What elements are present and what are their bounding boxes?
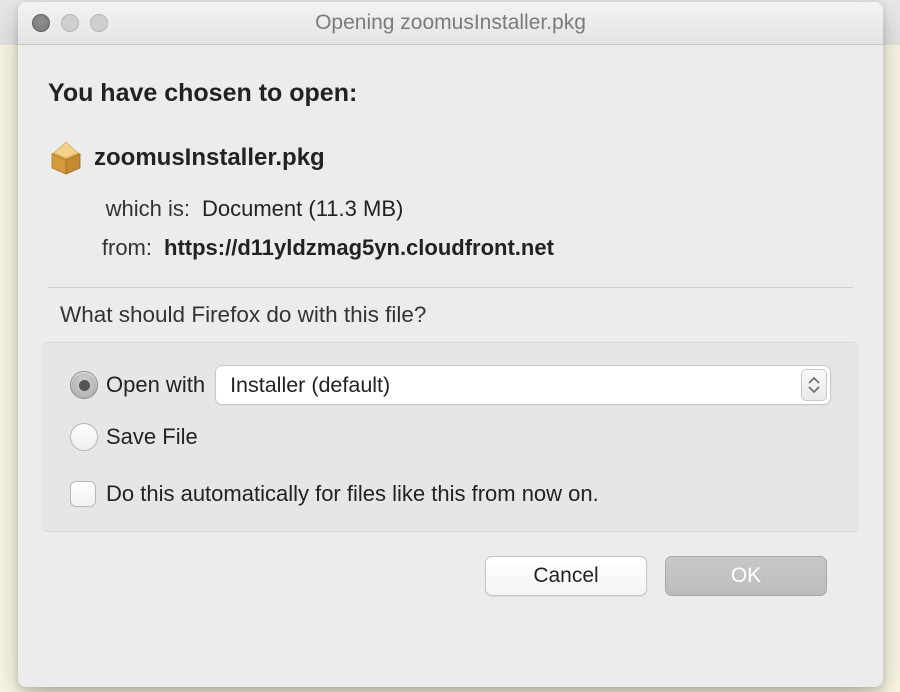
chosen-heading: You have chosen to open: xyxy=(48,79,853,108)
minimize-window-button[interactable] xyxy=(61,14,79,32)
from-label: from: xyxy=(94,229,152,268)
cancel-button[interactable]: Cancel xyxy=(485,556,647,596)
action-question: What should Firefox do with this file? xyxy=(60,302,853,328)
download-dialog: Opening zoomusInstaller.pkg You have cho… xyxy=(18,2,883,687)
open-with-row: Open with Installer (default) xyxy=(70,365,831,405)
dialog-footer: Cancel OK xyxy=(48,532,853,596)
close-window-button[interactable] xyxy=(32,14,50,32)
file-name: zoomusInstaller.pkg xyxy=(94,144,325,172)
divider xyxy=(48,287,853,288)
titlebar: Opening zoomusInstaller.pkg xyxy=(18,2,883,45)
file-meta: which is: Document (11.3 MB) from: https… xyxy=(48,190,853,267)
zoom-window-button[interactable] xyxy=(90,14,108,32)
auto-row: Do this automatically for files like thi… xyxy=(70,481,831,507)
options-panel: Open with Installer (default) Save File … xyxy=(42,342,859,532)
select-stepper-icon xyxy=(801,369,827,401)
which-is-label: which is: xyxy=(94,190,190,229)
which-is-value: Document (11.3 MB) xyxy=(202,190,403,229)
open-with-label: Open with xyxy=(106,372,205,398)
auto-label: Do this automatically for files like thi… xyxy=(106,481,599,507)
auto-checkbox[interactable] xyxy=(70,481,96,507)
from-value: https://d11yldzmag5yn.cloudfront.net xyxy=(164,229,554,268)
file-row: zoomusInstaller.pkg xyxy=(48,140,853,176)
save-file-label: Save File xyxy=(106,424,198,450)
window-title: Opening zoomusInstaller.pkg xyxy=(18,11,883,35)
save-file-radio[interactable] xyxy=(70,423,98,451)
save-file-row: Save File xyxy=(70,423,831,451)
open-with-radio[interactable] xyxy=(70,371,98,399)
dialog-content: You have chosen to open: zoomusInstaller… xyxy=(18,45,883,596)
application-select-value: Installer (default) xyxy=(230,373,390,398)
ok-button[interactable]: OK xyxy=(665,556,827,596)
package-icon xyxy=(48,140,84,176)
application-select[interactable]: Installer (default) xyxy=(215,365,831,405)
window-controls xyxy=(32,14,108,32)
